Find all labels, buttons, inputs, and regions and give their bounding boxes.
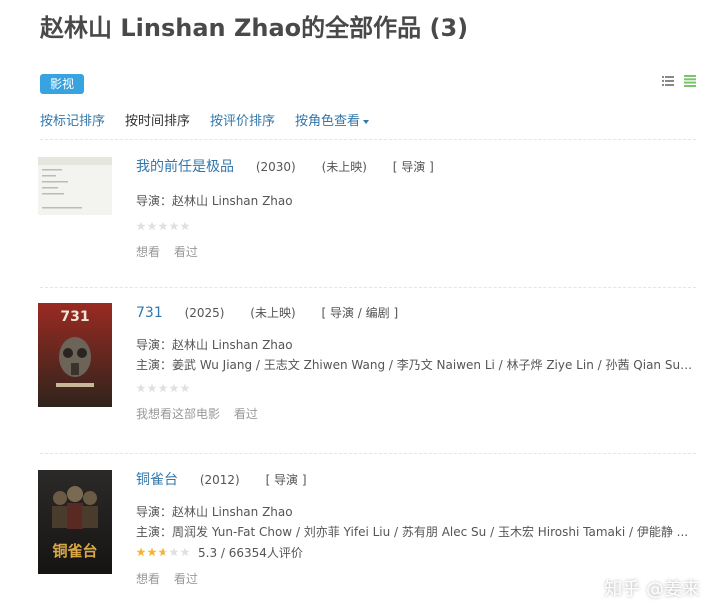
work-item: 铜雀台 铜雀台 (2012) [ 导演 ] 导演：赵林山 Linshan Zha… [38, 470, 696, 610]
view-by-role-dropdown[interactable]: 按角色查看 [295, 110, 370, 129]
rating-stars [136, 219, 696, 233]
divider [40, 287, 696, 288]
detail-view-icon[interactable] [684, 75, 696, 87]
sort-by-rating-link[interactable]: 按评价排序 [210, 110, 275, 129]
work-info: 731 (2025) (未上映) [ 导演 / 编剧 ] 导演：赵林山 Lins… [136, 303, 696, 422]
star-icon [136, 547, 146, 557]
star-icon [147, 547, 157, 557]
sort-by-time-current: 按时间排序 [125, 114, 191, 129]
star-icon [169, 383, 179, 393]
work-info: 铜雀台 (2012) [ 导演 ] 导演：赵林山 Linshan Zhao 主演… [136, 470, 696, 587]
work-item: 731 731 (2025) (未上映) [ 导演 / 编剧 ] 导演：赵林山 … [38, 303, 696, 443]
rating-stars [136, 381, 696, 395]
view-toggle [662, 75, 696, 87]
work-status: (未上映) [250, 306, 296, 320]
work-title-link[interactable]: 我的前任是极品 [136, 159, 234, 175]
star-icon [136, 383, 146, 393]
star-icon [169, 547, 179, 557]
caret-down-icon [363, 119, 370, 124]
list-view-icon[interactable] [662, 75, 674, 87]
poster-image[interactable]: 731 [38, 303, 112, 407]
work-status: (未上映) [321, 160, 367, 174]
star-icon [158, 547, 168, 557]
rating-stars [136, 545, 190, 559]
work-role: [ 导演 ] [265, 473, 307, 487]
work-cast: 主演：姜武 Wu Jiang / 王志文 Zhiwen Wang / 李乃文 N… [136, 358, 696, 372]
star-icon [158, 221, 168, 231]
want-to-watch-link[interactable]: 我想看这部电影 [136, 407, 220, 421]
rating-score: 5.3 / 66354人评价 [198, 545, 303, 560]
watched-link[interactable]: 看过 [234, 407, 258, 421]
watermark: 知乎 @姜来 [604, 579, 700, 600]
category-tag-film[interactable]: 影视 [40, 74, 84, 94]
poster-image[interactable] [38, 157, 112, 215]
star-icon [180, 221, 190, 231]
work-info: 我的前任是极品 (2030) (未上映) [ 导演 ] 导演：赵林山 Linsh… [136, 157, 696, 260]
star-icon [136, 221, 146, 231]
star-icon [147, 383, 157, 393]
want-to-watch-link[interactable]: 想看 [136, 245, 160, 259]
want-to-watch-link[interactable]: 想看 [136, 572, 160, 586]
view-by-role-label: 按角色查看 [295, 114, 361, 129]
star-icon [169, 221, 179, 231]
watched-link[interactable]: 看过 [174, 245, 198, 259]
work-year: (2012) [199, 473, 240, 487]
star-icon [147, 221, 157, 231]
star-icon [180, 383, 190, 393]
work-title-link[interactable]: 铜雀台 [136, 472, 178, 488]
divider [40, 453, 696, 454]
work-role: [ 导演 / 编剧 ] [321, 306, 399, 320]
work-director: 导演：赵林山 Linshan Zhao [136, 505, 293, 519]
sort-by-mark-link[interactable]: 按标记排序 [40, 110, 105, 129]
page-title: 赵林山 Linshan Zhao的全部作品 (3) [40, 14, 469, 42]
svg-text:731: 731 [60, 309, 89, 325]
work-title-link[interactable]: 731 [136, 305, 163, 321]
work-director: 导演：赵林山 Linshan Zhao [136, 338, 293, 352]
work-director: 导演：赵林山 Linshan Zhao [136, 194, 293, 208]
work-year: (2030) [255, 160, 296, 174]
work-year: (2025) [184, 306, 225, 320]
svg-text:铜雀台: 铜雀台 [52, 542, 97, 560]
divider [40, 139, 696, 140]
poster-image[interactable]: 铜雀台 [38, 470, 112, 574]
work-cast: 主演：周润发 Yun-Fat Chow / 刘亦菲 Yifei Liu / 苏有… [136, 525, 689, 539]
star-icon [158, 383, 168, 393]
work-role: [ 导演 ] [392, 160, 434, 174]
watched-link[interactable]: 看过 [174, 572, 198, 586]
star-icon [180, 547, 190, 557]
sort-bar: 按标记排序 按时间排序 按评价排序 按角色查看 [40, 110, 389, 129]
work-item: 我的前任是极品 (2030) (未上映) [ 导演 ] 导演：赵林山 Linsh… [38, 157, 696, 277]
